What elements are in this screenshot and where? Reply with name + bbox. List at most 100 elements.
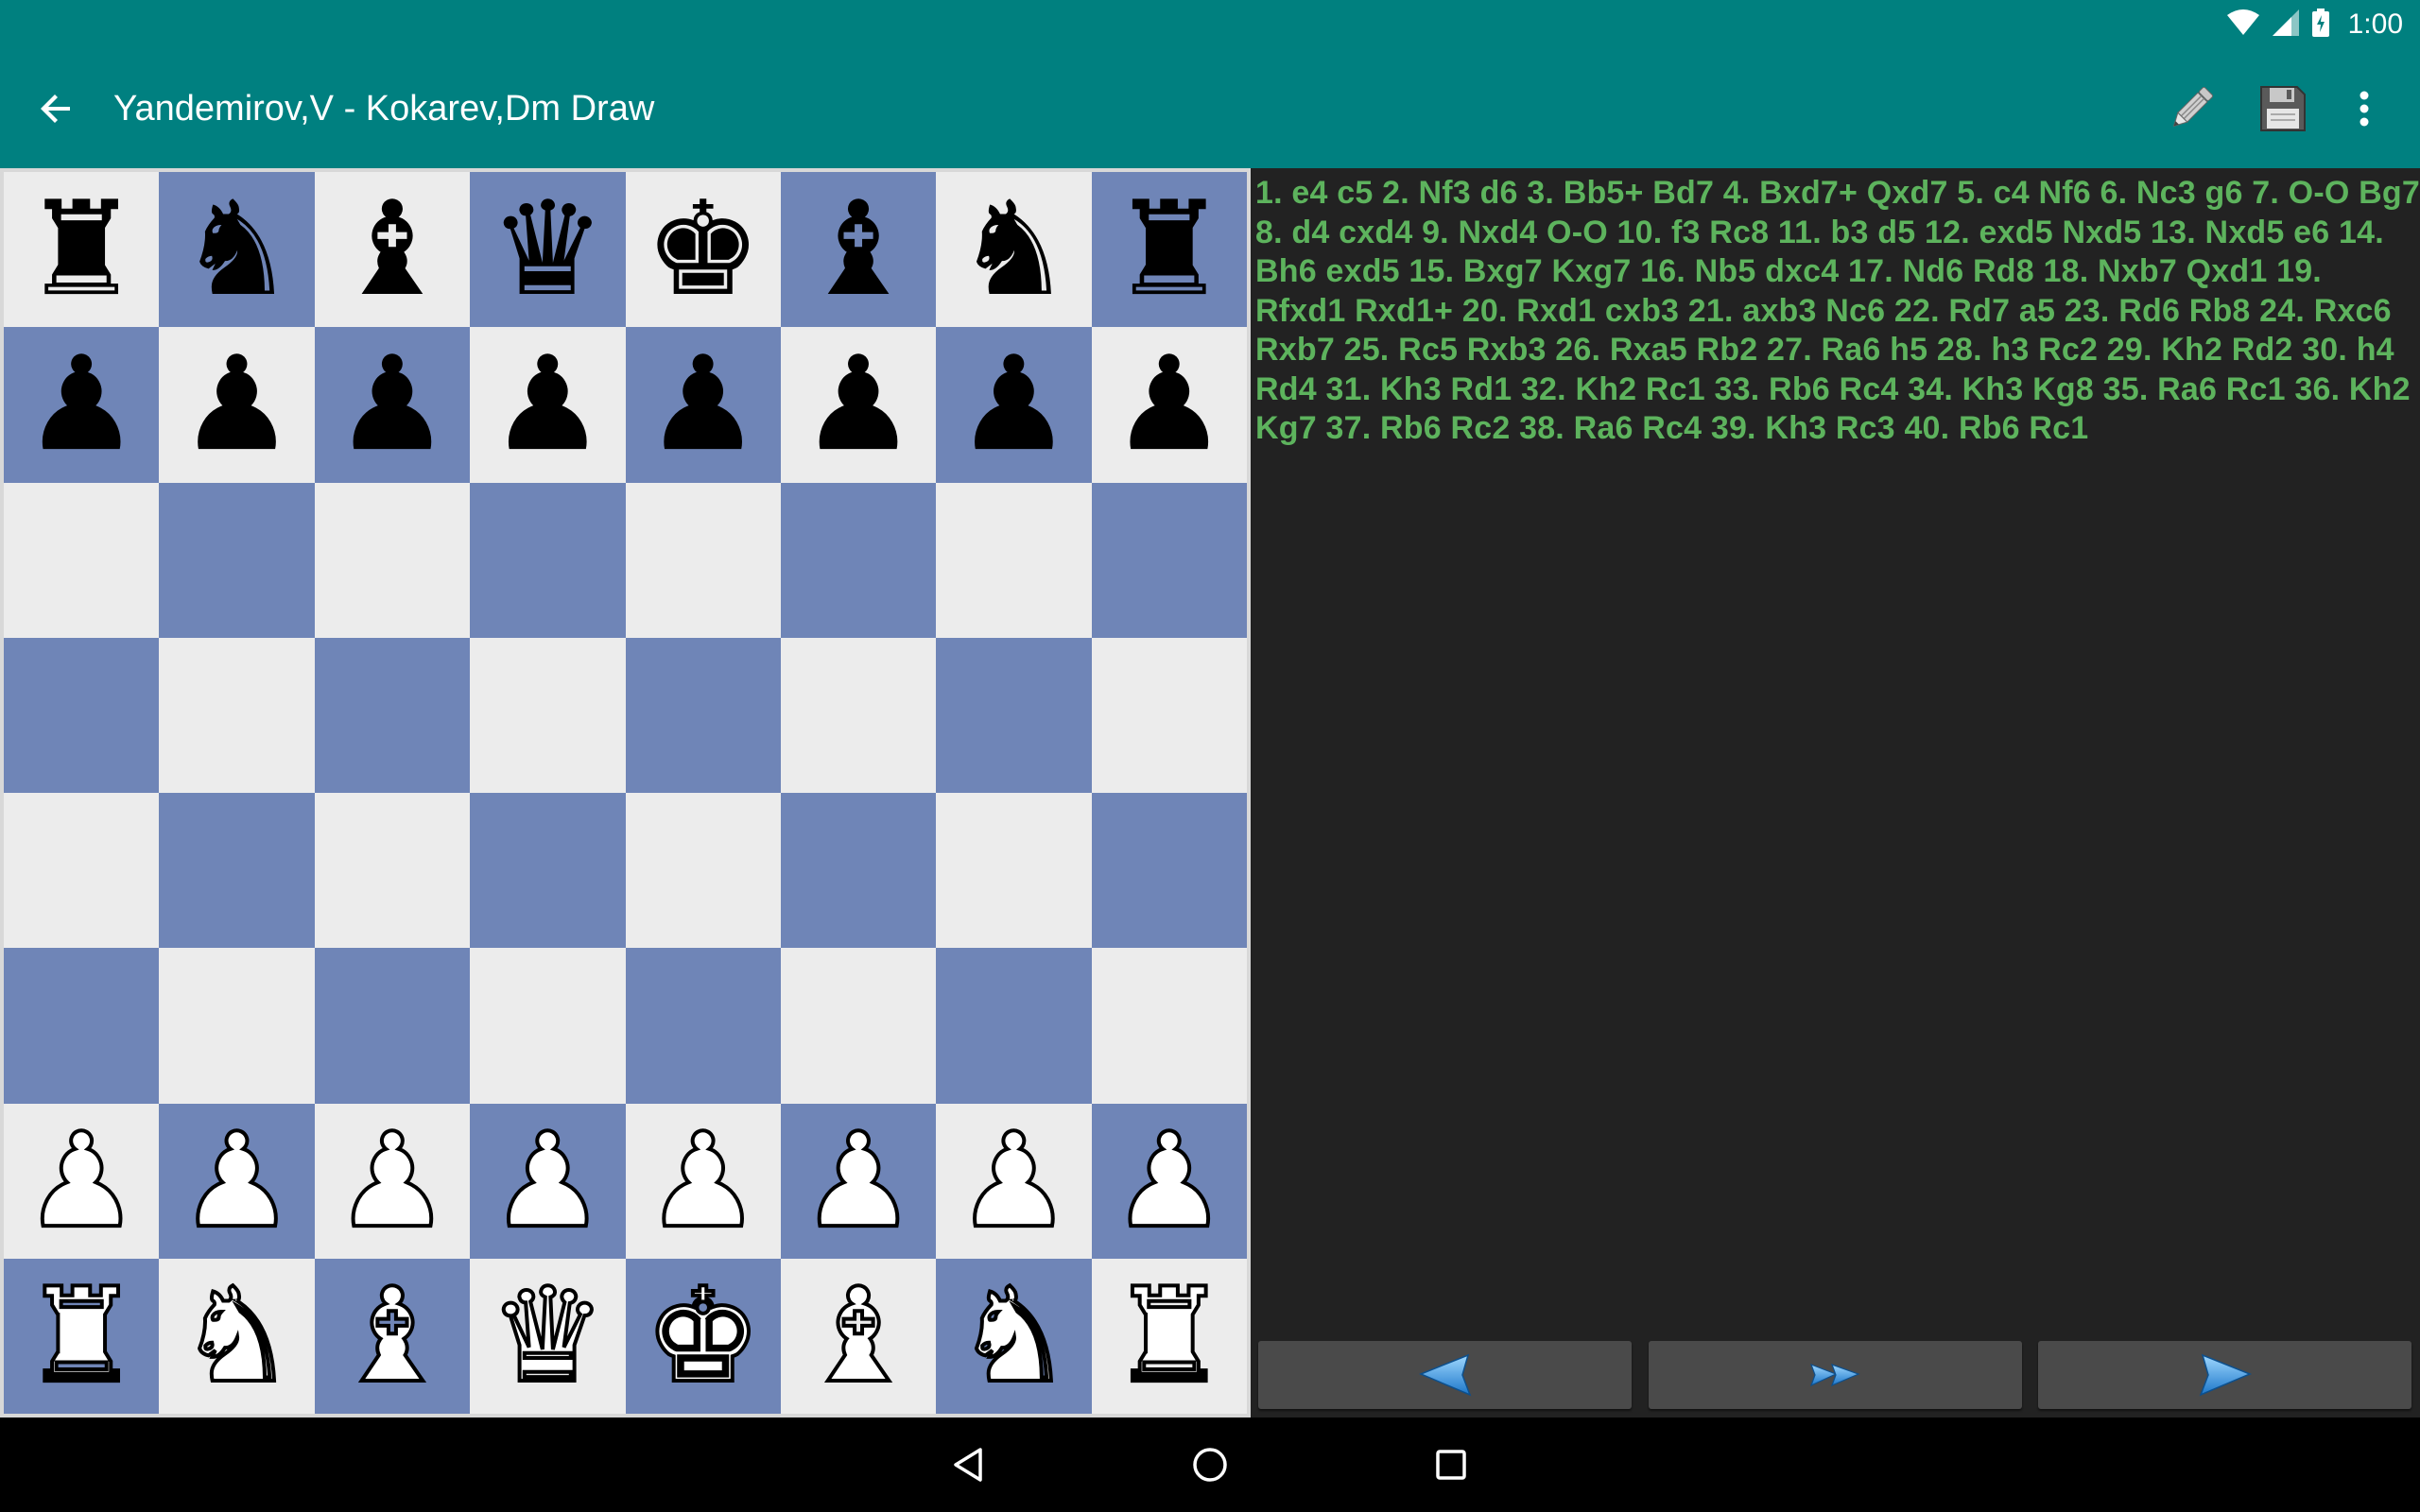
white-pawn-icon[interactable]: ♟	[487, 1113, 608, 1247]
square-h1[interactable]: ♜	[1091, 1258, 1247, 1414]
square-f8[interactable]: ♝	[780, 172, 937, 328]
square-e1[interactable]: ♚	[625, 1258, 781, 1414]
square-f5[interactable]	[780, 637, 937, 793]
black-pawn-icon[interactable]: ♟	[334, 339, 451, 470]
white-knight-icon[interactable]: ♞	[177, 1268, 298, 1402]
black-pawn-icon[interactable]: ♟	[1111, 339, 1228, 470]
square-f7[interactable]: ♟	[780, 327, 937, 483]
square-c8[interactable]: ♝	[314, 172, 471, 328]
square-e5[interactable]	[625, 637, 781, 793]
square-e3[interactable]	[625, 948, 781, 1104]
white-king-icon[interactable]: ♚	[643, 1268, 764, 1402]
square-c1[interactable]: ♝	[314, 1258, 471, 1414]
square-e4[interactable]	[625, 793, 781, 949]
square-d4[interactable]	[470, 793, 626, 949]
square-a7[interactable]: ♟	[4, 327, 160, 483]
square-b8[interactable]: ♞	[159, 172, 315, 328]
save-button[interactable]	[2250, 76, 2316, 142]
overflow-menu-button[interactable]	[2331, 76, 2397, 142]
square-c4[interactable]	[314, 793, 471, 949]
system-home-button[interactable]	[1182, 1436, 1238, 1493]
square-c5[interactable]	[314, 637, 471, 793]
system-recents-button[interactable]	[1423, 1436, 1479, 1493]
white-pawn-icon[interactable]: ♟	[954, 1113, 1075, 1247]
square-f4[interactable]	[780, 793, 937, 949]
square-d7[interactable]: ♟	[470, 327, 626, 483]
square-a4[interactable]	[4, 793, 160, 949]
white-pawn-icon[interactable]: ♟	[1109, 1113, 1230, 1247]
square-a1[interactable]: ♜	[4, 1258, 160, 1414]
square-e6[interactable]	[625, 482, 781, 638]
square-g2[interactable]: ♟	[936, 1103, 1092, 1259]
square-a8[interactable]: ♜	[4, 172, 160, 328]
black-pawn-icon[interactable]: ♟	[800, 339, 917, 470]
square-f6[interactable]	[780, 482, 937, 638]
square-g3[interactable]	[936, 948, 1092, 1104]
white-bishop-icon[interactable]: ♝	[798, 1268, 919, 1402]
square-a2[interactable]: ♟	[4, 1103, 160, 1259]
square-c2[interactable]: ♟	[314, 1103, 471, 1259]
square-c6[interactable]	[314, 482, 471, 638]
back-button[interactable]	[28, 80, 85, 137]
black-rook-icon[interactable]: ♜	[23, 184, 140, 315]
black-pawn-icon[interactable]: ♟	[956, 339, 1073, 470]
square-d8[interactable]: ♛	[470, 172, 626, 328]
black-pawn-icon[interactable]: ♟	[23, 339, 140, 470]
square-b3[interactable]	[159, 948, 315, 1104]
square-h5[interactable]	[1091, 637, 1247, 793]
square-b5[interactable]	[159, 637, 315, 793]
square-b6[interactable]	[159, 482, 315, 638]
square-e8[interactable]: ♚	[625, 172, 781, 328]
black-rook-icon[interactable]: ♜	[1111, 184, 1228, 315]
previous-move-button[interactable]	[1258, 1341, 1632, 1409]
black-king-icon[interactable]: ♚	[645, 184, 762, 315]
black-bishop-icon[interactable]: ♝	[800, 184, 917, 315]
chess-board[interactable]: ♜ ♞ ♝ ♛ ♚ ♝ ♞ ♜ ♟ ♟ ♟ ♟ ♟ ♟ ♟ ♟ ♟ ♟ ♟ ♟ ♟ ♟ ♟ ♟ ♜ ♞ ♝ ♛ ♚ ♝ ♞ ♜	[0, 168, 1251, 1418]
square-d3[interactable]	[470, 948, 626, 1104]
square-d2[interactable]: ♟	[470, 1103, 626, 1259]
white-pawn-icon[interactable]: ♟	[643, 1113, 764, 1247]
square-h7[interactable]: ♟	[1091, 327, 1247, 483]
white-rook-icon[interactable]: ♜	[21, 1268, 142, 1402]
white-pawn-icon[interactable]: ♟	[332, 1113, 453, 1247]
square-d1[interactable]: ♛	[470, 1258, 626, 1414]
black-pawn-icon[interactable]: ♟	[645, 339, 762, 470]
square-g7[interactable]: ♟	[936, 327, 1092, 483]
black-pawn-icon[interactable]: ♟	[179, 339, 296, 470]
square-g5[interactable]	[936, 637, 1092, 793]
square-b7[interactable]: ♟	[159, 327, 315, 483]
square-b2[interactable]: ♟	[159, 1103, 315, 1259]
square-g8[interactable]: ♞	[936, 172, 1092, 328]
square-h6[interactable]	[1091, 482, 1247, 638]
black-queen-icon[interactable]: ♛	[489, 184, 606, 315]
square-a6[interactable]	[4, 482, 160, 638]
white-knight-icon[interactable]: ♞	[954, 1268, 1075, 1402]
fast-forward-button[interactable]	[1649, 1341, 2022, 1409]
black-knight-icon[interactable]: ♞	[956, 184, 1073, 315]
square-d6[interactable]	[470, 482, 626, 638]
square-h2[interactable]: ♟	[1091, 1103, 1247, 1259]
white-pawn-icon[interactable]: ♟	[21, 1113, 142, 1247]
square-f1[interactable]: ♝	[780, 1258, 937, 1414]
square-b1[interactable]: ♞	[159, 1258, 315, 1414]
square-g1[interactable]: ♞	[936, 1258, 1092, 1414]
square-b4[interactable]	[159, 793, 315, 949]
square-h4[interactable]	[1091, 793, 1247, 949]
white-bishop-icon[interactable]: ♝	[332, 1268, 453, 1402]
white-rook-icon[interactable]: ♜	[1109, 1268, 1230, 1402]
black-knight-icon[interactable]: ♞	[179, 184, 296, 315]
square-c3[interactable]	[314, 948, 471, 1104]
square-d5[interactable]	[470, 637, 626, 793]
square-g4[interactable]	[936, 793, 1092, 949]
black-pawn-icon[interactable]: ♟	[489, 339, 606, 470]
system-back-button[interactable]	[940, 1436, 996, 1493]
square-a5[interactable]	[4, 637, 160, 793]
white-pawn-icon[interactable]: ♟	[177, 1113, 298, 1247]
square-e7[interactable]: ♟	[625, 327, 781, 483]
square-f2[interactable]: ♟	[780, 1103, 937, 1259]
next-move-button[interactable]	[2038, 1341, 2411, 1409]
square-g6[interactable]	[936, 482, 1092, 638]
black-bishop-icon[interactable]: ♝	[334, 184, 451, 315]
white-queen-icon[interactable]: ♛	[487, 1268, 608, 1402]
square-h3[interactable]	[1091, 948, 1247, 1104]
